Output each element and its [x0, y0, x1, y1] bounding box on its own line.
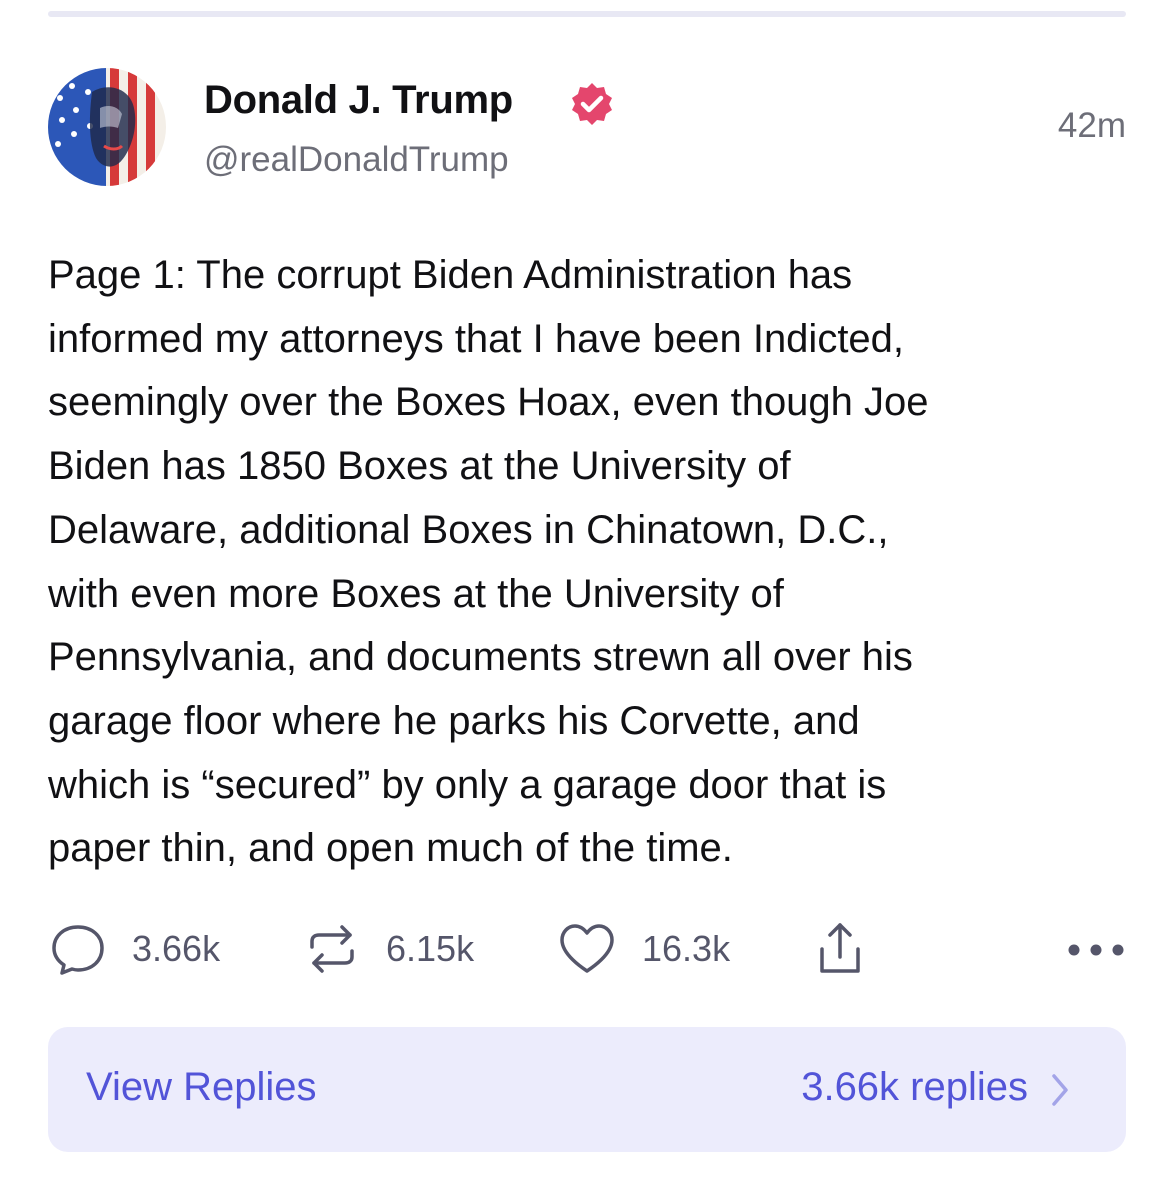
action-bar: 3.66k 6.15k 16.3k	[48, 918, 1126, 980]
heart-icon	[560, 924, 614, 973]
like-count: 16.3k	[642, 928, 731, 969]
repost-icon	[310, 925, 354, 973]
post-body: Page 1: The corrupt Biden Administration…	[48, 253, 929, 871]
view-replies-bar[interactable]: View Replies 3.66k replies	[48, 1027, 1126, 1152]
reply-button[interactable]: 3.66k	[48, 918, 220, 980]
top-divider	[48, 11, 1126, 17]
comment-icon	[52, 925, 104, 975]
view-replies-label: View Replies	[86, 1065, 317, 1109]
timestamp[interactable]: 42m	[1058, 106, 1126, 146]
avatar[interactable]	[48, 68, 166, 186]
display-name[interactable]: Donald J. Trump	[204, 78, 513, 123]
share-button[interactable]	[812, 918, 868, 980]
reply-count: 3.66k	[132, 928, 221, 969]
repost-button[interactable]: 6.15k	[302, 918, 474, 980]
handle[interactable]: @realDonaldTrump	[204, 140, 509, 180]
chevron-right-icon	[1052, 1074, 1068, 1106]
like-button[interactable]: 16.3k	[556, 918, 730, 980]
repost-count: 6.15k	[386, 928, 475, 969]
verified-badge-icon	[572, 83, 612, 125]
share-icon	[820, 923, 860, 973]
more-icon[interactable]	[1066, 932, 1126, 968]
replies-count-label: 3.66k replies	[801, 1065, 1028, 1109]
